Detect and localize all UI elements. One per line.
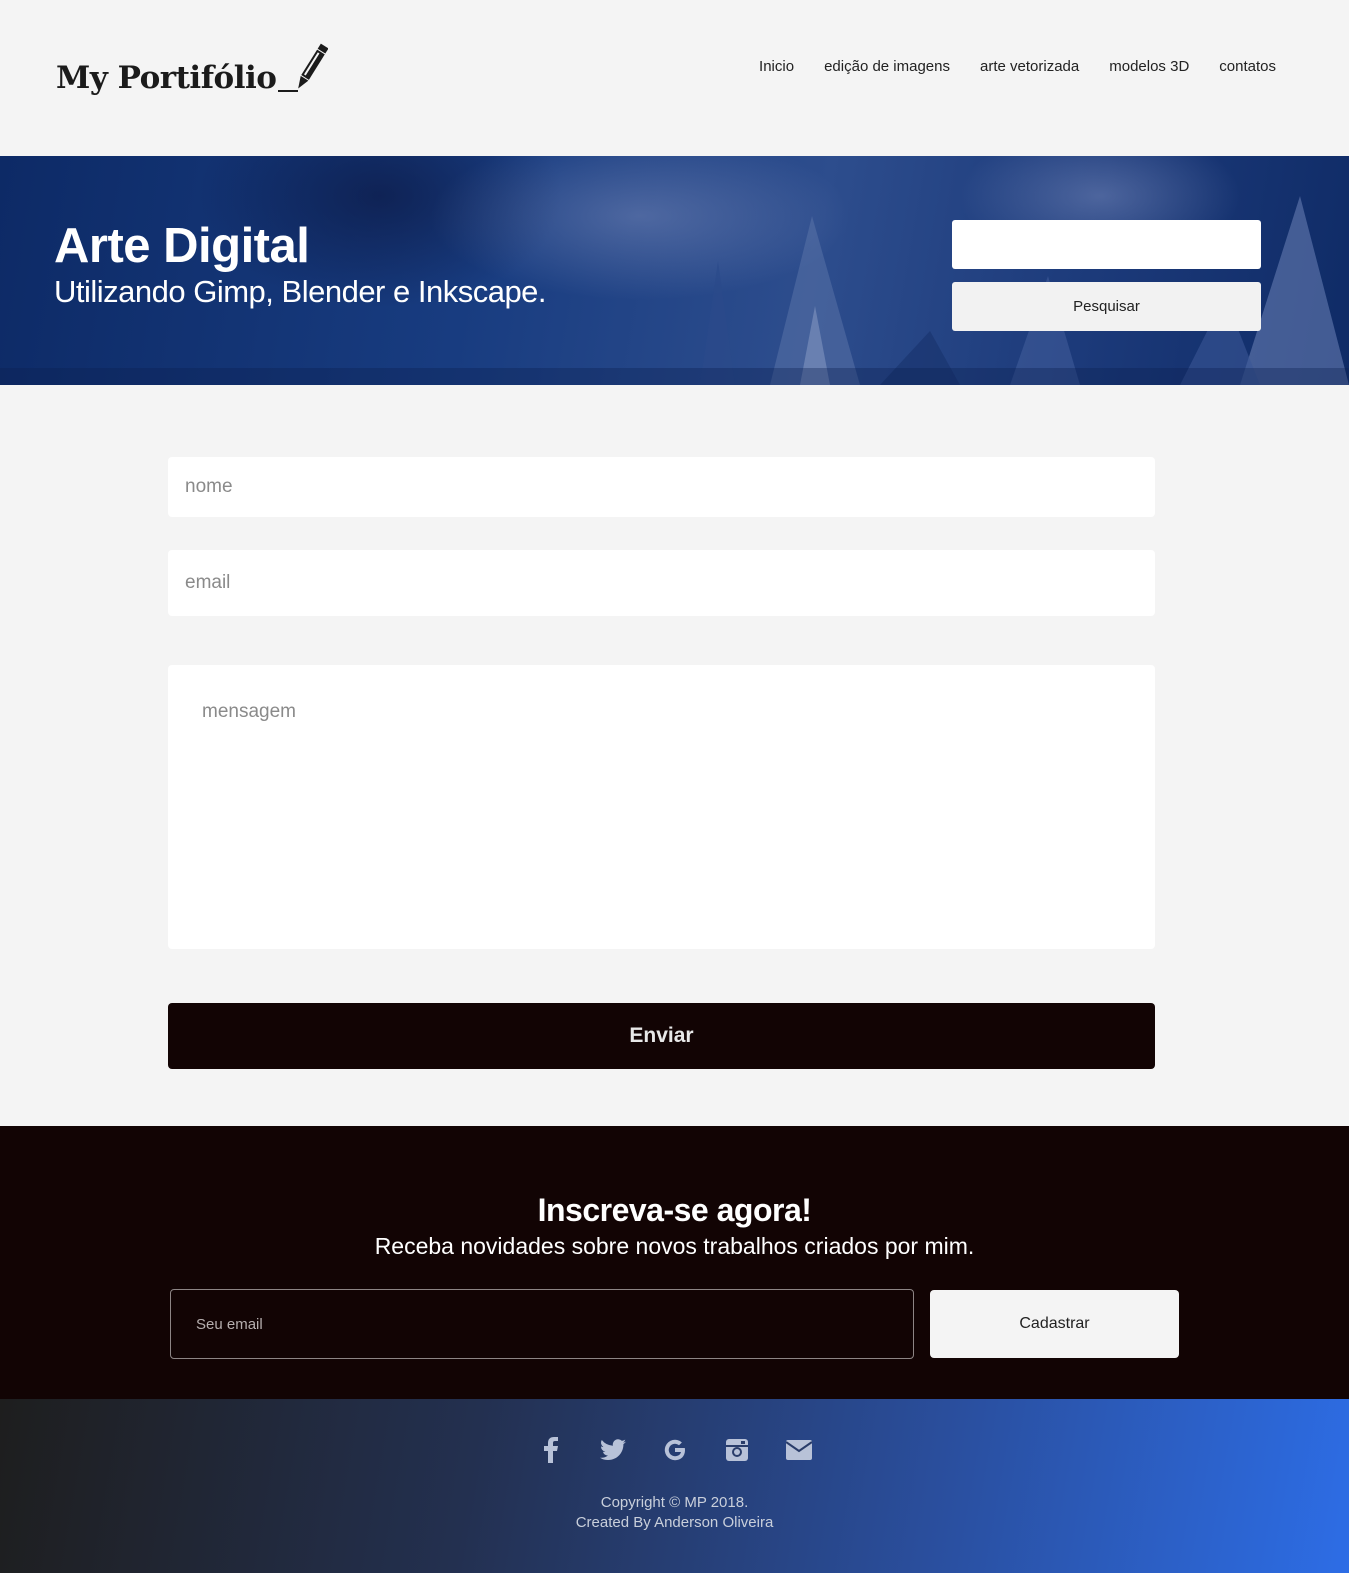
search-button[interactable]: Pesquisar (952, 282, 1261, 331)
copyright-text: Copyright © MP 2018. Created By Anderson… (0, 1493, 1349, 1533)
search-input[interactable] (952, 220, 1261, 269)
email-field[interactable] (168, 550, 1155, 616)
nav-item-contatos[interactable]: contatos (1219, 58, 1276, 75)
social-links (0, 1435, 1349, 1465)
copyright-line: Copyright © MP 2018. (600, 1494, 749, 1511)
newsletter-title: Inscreva-se agora! (537, 1192, 812, 1228)
nav-item-inicio[interactable]: Inicio (759, 58, 794, 75)
site-logo[interactable]: My Portifólio (56, 40, 332, 100)
name-field[interactable] (168, 457, 1155, 517)
main-nav: Inicio edição de imagens arte vetorizada… (759, 58, 1276, 75)
pencil-icon (298, 43, 329, 89)
newsletter-email-input[interactable] (170, 1289, 914, 1359)
send-button[interactable]: Enviar (168, 1003, 1155, 1069)
site-footer: Copyright © MP 2018. Created By Anderson… (0, 1399, 1349, 1573)
instagram-icon[interactable] (722, 1435, 752, 1465)
facebook-icon[interactable] (536, 1435, 566, 1465)
google-icon[interactable] (660, 1435, 690, 1465)
site-header: My Portifólio Inicio edição de imagens a… (0, 0, 1349, 156)
subscribe-button[interactable]: Cadastrar (930, 1290, 1179, 1358)
nav-item-edicao-de-imagens[interactable]: edição de imagens (824, 58, 950, 75)
logo-text: My Portifólio (56, 60, 277, 96)
credit-line: Created By Anderson Oliveira (575, 1514, 774, 1531)
hero-title: Arte Digital (54, 219, 310, 273)
message-field[interactable] (168, 665, 1155, 949)
hero-banner: Arte Digital Utilizando Gimp, Blender e … (0, 156, 1349, 385)
newsletter-subtitle: Receba novidades sobre novos trabalhos c… (374, 1233, 975, 1259)
newsletter-section: Inscreva-se agora! Receba novidades sobr… (0, 1126, 1349, 1399)
nav-item-arte-vetorizada[interactable]: arte vetorizada (980, 58, 1079, 75)
nav-item-modelos-3d[interactable]: modelos 3D (1109, 58, 1189, 75)
mail-icon[interactable] (784, 1435, 814, 1465)
hero-subtitle: Utilizando Gimp, Blender e Inkscape. (54, 274, 547, 309)
twitter-icon[interactable] (598, 1435, 628, 1465)
